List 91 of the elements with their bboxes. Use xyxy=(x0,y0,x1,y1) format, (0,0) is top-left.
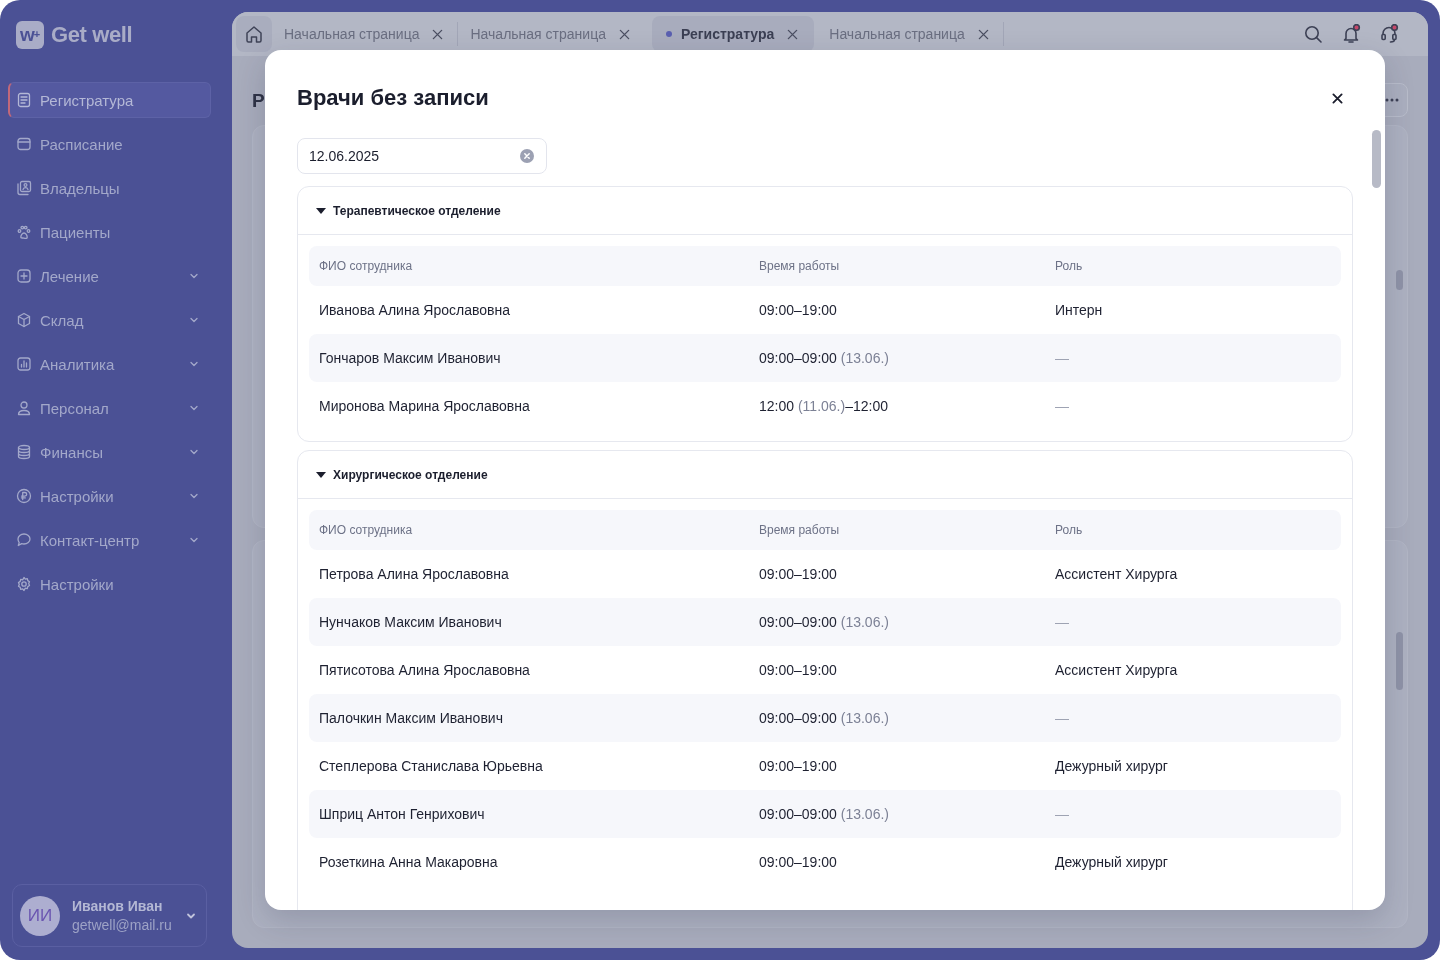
section-toggle[interactable]: Терапевтическое отделение xyxy=(298,187,1352,235)
tab[interactable]: Начальная страница xyxy=(272,16,458,52)
chart-icon xyxy=(16,356,32,372)
scrollbar-thumb[interactable] xyxy=(1396,270,1403,290)
brand-name: Get well xyxy=(51,22,133,48)
table-cell-text: 12:00 (11.06.)–12:00 xyxy=(759,398,889,414)
nav-item[interactable]: Владельцы xyxy=(8,170,211,206)
coins-icon xyxy=(16,444,32,460)
nav-item[interactable]: Расписание xyxy=(8,126,211,162)
dot-icon xyxy=(665,31,672,37)
column-header: Роль xyxy=(1055,523,1084,537)
table-cell-text: Пятисотова Алина Ярославовна xyxy=(319,662,531,678)
nav-item[interactable]: Настройки xyxy=(8,566,211,602)
table-cell-text: Палочкин Максим Иванович xyxy=(319,710,504,726)
column-header: Роль xyxy=(1055,259,1084,273)
column-header: Время работы xyxy=(759,523,841,537)
table-cell-text: — xyxy=(1055,614,1070,630)
more-icon xyxy=(1384,98,1399,102)
paw-icon xyxy=(16,224,32,240)
scrollbar-thumb[interactable] xyxy=(1396,632,1403,690)
nav-item[interactable]: Аналитика xyxy=(8,346,211,382)
nav-item[interactable]: Склад xyxy=(8,302,211,338)
user-name: Иванов Иван xyxy=(72,898,164,914)
table-cell-text: 09:00–09:00 (13.06.) xyxy=(759,614,890,630)
settings-icon xyxy=(16,576,32,592)
ruble-icon xyxy=(16,488,32,504)
plus-square-icon xyxy=(16,268,32,284)
close-icon[interactable] xyxy=(618,28,630,40)
nav-item[interactable]: Регистратура xyxy=(8,82,211,118)
calendar-icon xyxy=(16,136,32,152)
chat-icon xyxy=(16,532,32,548)
bell-icon[interactable] xyxy=(1341,24,1361,44)
scrollbar-thumb[interactable] xyxy=(1372,130,1381,188)
user-card[interactable]: ИИ Иванов Иван getwell@mail.ru xyxy=(12,884,207,947)
table-cell-text: — xyxy=(1055,806,1070,822)
nav-item[interactable]: Финансы xyxy=(8,434,211,470)
table-cell-text: 09:00–19:00 xyxy=(759,302,838,318)
table-cell-text: — xyxy=(1055,350,1070,366)
table-cell-text: 09:00–09:00 (13.06.) xyxy=(759,710,890,726)
nav-item[interactable]: Настройки xyxy=(8,478,211,514)
column-header: ФИО сотрудника xyxy=(319,259,414,273)
table-cell-text: Ассистент Хирурга xyxy=(1055,662,1179,678)
contacts-icon xyxy=(16,180,32,196)
nav-item[interactable]: Контакт-центр xyxy=(8,522,211,558)
table-cell-text: 09:00–19:00 xyxy=(759,566,838,582)
table-cell-text: — xyxy=(1055,710,1070,726)
table-cell-text: 09:00–19:00 xyxy=(759,854,838,870)
table-cell-text: Розеткина Анна Макаровна xyxy=(319,854,499,870)
column-header: ФИО сотрудника xyxy=(319,523,414,537)
table-cell-text: 09:00–09:00 (13.06.) xyxy=(759,806,890,822)
close-icon xyxy=(1331,92,1343,104)
home-button[interactable] xyxy=(236,16,272,52)
table-cell-text: Иванова Алина Ярославовна xyxy=(319,302,511,318)
close-icon[interactable] xyxy=(787,28,799,40)
date-field[interactable]: 12.06.2025 xyxy=(297,138,547,174)
dialog-title: Врачи без записи xyxy=(297,85,489,111)
tab[interactable]: Начальная страница xyxy=(458,16,644,52)
user-icon xyxy=(16,400,32,416)
table-cell-text: Нунчаков Максим Иванович xyxy=(319,614,503,630)
table-cell-text: 09:00–19:00 xyxy=(759,662,838,678)
clear-icon[interactable] xyxy=(520,149,534,163)
nav-item[interactable]: Пациенты xyxy=(8,214,211,250)
section-toggle[interactable]: Хирургическое отделение xyxy=(298,451,1352,499)
close-icon[interactable] xyxy=(432,28,444,40)
user-email: getwell@mail.ru xyxy=(72,917,173,933)
tab[interactable]: Начальная страница xyxy=(817,16,1003,52)
box-icon xyxy=(16,312,32,328)
logo-mark: w$^{+}$ xyxy=(16,21,44,49)
table-cell-text: Петрова Алина Ярославовна xyxy=(319,566,510,582)
column-header: Время работы xyxy=(759,259,841,273)
home-icon xyxy=(244,24,264,44)
headset-icon[interactable] xyxy=(1379,24,1399,44)
table-cell-text: Гончаров Максим Иванович xyxy=(319,350,502,366)
table-cell-text: 09:00–09:00 (13.06.) xyxy=(759,350,890,366)
nav-item[interactable]: Персонал xyxy=(8,390,211,426)
table-cell-text: Интерн xyxy=(1055,302,1104,318)
page-title: Р xyxy=(252,90,265,110)
search-icon[interactable] xyxy=(1303,24,1323,44)
table-cell-text: Ассистент Хирурга xyxy=(1055,566,1179,582)
tab[interactable]: Регистратура xyxy=(651,16,815,52)
close-icon[interactable] xyxy=(977,28,989,40)
table-cell-text: Дежурный хирург xyxy=(1055,854,1169,870)
table-cell-text: Степлерова Станислава Юрьевна xyxy=(319,758,544,774)
table-cell-text: Шприц Антон Генрихович xyxy=(319,806,486,822)
table-cell-text: Миронова Марина Ярославовна xyxy=(319,398,531,414)
document-icon xyxy=(16,92,32,108)
table-cell-text: Дежурный хирург xyxy=(1055,758,1169,774)
avatar: ИИ xyxy=(20,895,60,936)
table-cell-text: 09:00–19:00 xyxy=(759,758,838,774)
table-cell-text: — xyxy=(1055,398,1070,414)
nav-item[interactable]: Лечение xyxy=(8,258,211,294)
